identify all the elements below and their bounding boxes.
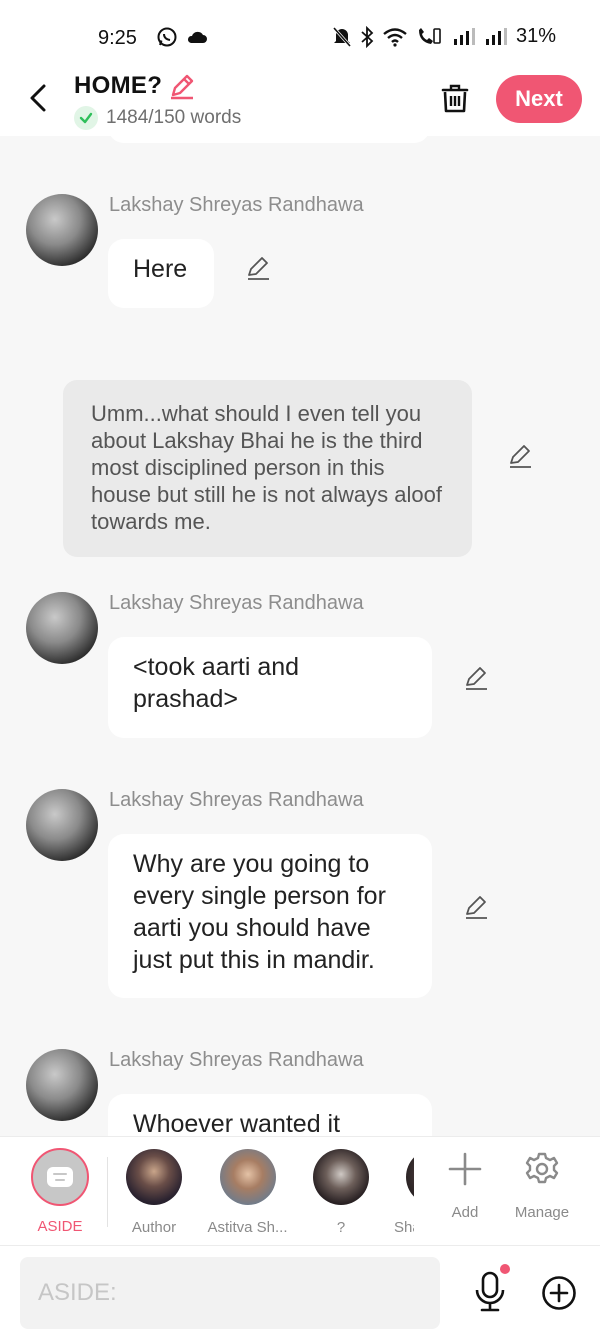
check-icon <box>74 106 98 130</box>
edit-message-button[interactable] <box>462 664 490 692</box>
cloud-icon <box>187 31 207 43</box>
pencil-icon[interactable] <box>168 72 196 100</box>
next-button[interactable]: Next <box>496 75 582 123</box>
manage-button[interactable]: Manage <box>508 1151 576 1221</box>
avatar[interactable] <box>26 789 98 861</box>
aside-message-bubble[interactable]: Umm...what should I even tell you about … <box>63 380 472 557</box>
chevron-left-icon <box>30 84 46 112</box>
edit-message-button[interactable] <box>244 254 272 282</box>
notification-dot <box>500 1264 510 1274</box>
sender-name: Lakshay Shreyas Randhawa <box>109 789 364 811</box>
word-count-row: 1484/150 words <box>74 106 241 130</box>
microphone-icon <box>475 1271 505 1312</box>
avatar[interactable] <box>26 194 98 266</box>
signal-icon-2 <box>485 27 507 45</box>
wifi-icon <box>383 27 407 47</box>
aside-chip-icon <box>31 1148 89 1206</box>
battery-level: 31% <box>515 25 556 47</box>
avatar <box>219 1149 276 1205</box>
status-bar: 9:25 31% <box>0 0 600 70</box>
character-label: Astitva Sh... <box>207 1219 288 1236</box>
input-bar <box>0 1245 600 1340</box>
title-row: HOME? <box>74 72 196 100</box>
message-text: Why are you going to every single person… <box>133 850 386 974</box>
add-attachment-button[interactable] <box>540 1274 578 1312</box>
trash-icon <box>441 84 469 113</box>
plus-circle-icon <box>542 1276 576 1310</box>
microphone-button[interactable] <box>470 1264 510 1316</box>
character-label: ASIDE <box>37 1218 83 1235</box>
header: HOME? 1484/150 words Next <box>0 70 600 136</box>
wifi-calling-icon <box>418 27 441 44</box>
sender-name: Lakshay Shreyas Randhawa <box>109 592 364 614</box>
avatar[interactable] <box>26 1049 98 1121</box>
aside-message-text: Umm...what should I even tell you about … <box>91 401 442 534</box>
back-button[interactable] <box>22 80 54 116</box>
bluetooth-icon <box>361 25 374 48</box>
status-time: 9:25 <box>98 27 137 49</box>
message-bubble[interactable]: <took aarti and prashad> <box>108 637 432 738</box>
avatar[interactable] <box>26 592 98 664</box>
character-bar: ASIDE Author Astitva Sh... ? Sha Add Man… <box>0 1136 600 1245</box>
pencil-icon <box>466 896 487 919</box>
delete-button[interactable] <box>437 78 473 118</box>
character-astitva[interactable]: Astitva Sh... <box>200 1149 295 1236</box>
sender-name: Lakshay Shreyas Randhawa <box>109 1049 364 1071</box>
avatar <box>406 1149 414 1205</box>
character-label: ? <box>336 1219 346 1236</box>
character-label: Author <box>131 1219 177 1236</box>
message-text: Whoever wanted it <box>133 1110 341 1136</box>
character-unknown[interactable]: ? <box>305 1149 377 1236</box>
edit-aside-button[interactable] <box>506 442 534 470</box>
sender-name: Lakshay Shreyas Randhawa <box>109 194 364 216</box>
pencil-icon <box>466 667 487 690</box>
whatsapp-icon <box>157 27 177 47</box>
message-bubble[interactable]: Here <box>108 239 214 308</box>
pencil-icon <box>248 257 269 280</box>
add-label: Add <box>451 1204 479 1221</box>
avatar <box>313 1149 369 1205</box>
character-label: Sha <box>394 1219 414 1236</box>
status-right-icons: 31% <box>332 25 556 48</box>
status-left-icons <box>156 26 208 48</box>
message-text: <took aarti and prashad> <box>133 653 300 713</box>
manage-label: Manage <box>514 1204 570 1221</box>
message-bubble[interactable]: Whoever wanted it <box>108 1094 432 1136</box>
message-text: Here <box>133 255 188 283</box>
pencil-icon <box>510 445 531 468</box>
partial-bubble <box>108 136 430 143</box>
plus-icon <box>448 1152 482 1186</box>
aside-input[interactable] <box>20 1257 440 1329</box>
chat-area[interactable]: Lakshay Shreyas Randhawa Here Umm...what… <box>0 136 600 1136</box>
bell-off-icon <box>332 26 352 47</box>
edit-message-button[interactable] <box>462 893 490 921</box>
character-sha[interactable]: Sha <box>392 1149 414 1236</box>
gear-icon <box>525 1152 559 1184</box>
avatar <box>126 1149 182 1205</box>
character-aside[interactable]: ASIDE <box>30 1148 90 1235</box>
add-character-button[interactable]: Add <box>435 1151 495 1221</box>
character-author[interactable]: Author <box>118 1149 190 1236</box>
word-count: 1484/150 words <box>106 107 242 128</box>
page-title: HOME? <box>74 72 163 99</box>
signal-icon <box>453 27 475 45</box>
divider <box>107 1157 108 1227</box>
message-bubble[interactable]: Why are you going to every single person… <box>108 834 432 998</box>
